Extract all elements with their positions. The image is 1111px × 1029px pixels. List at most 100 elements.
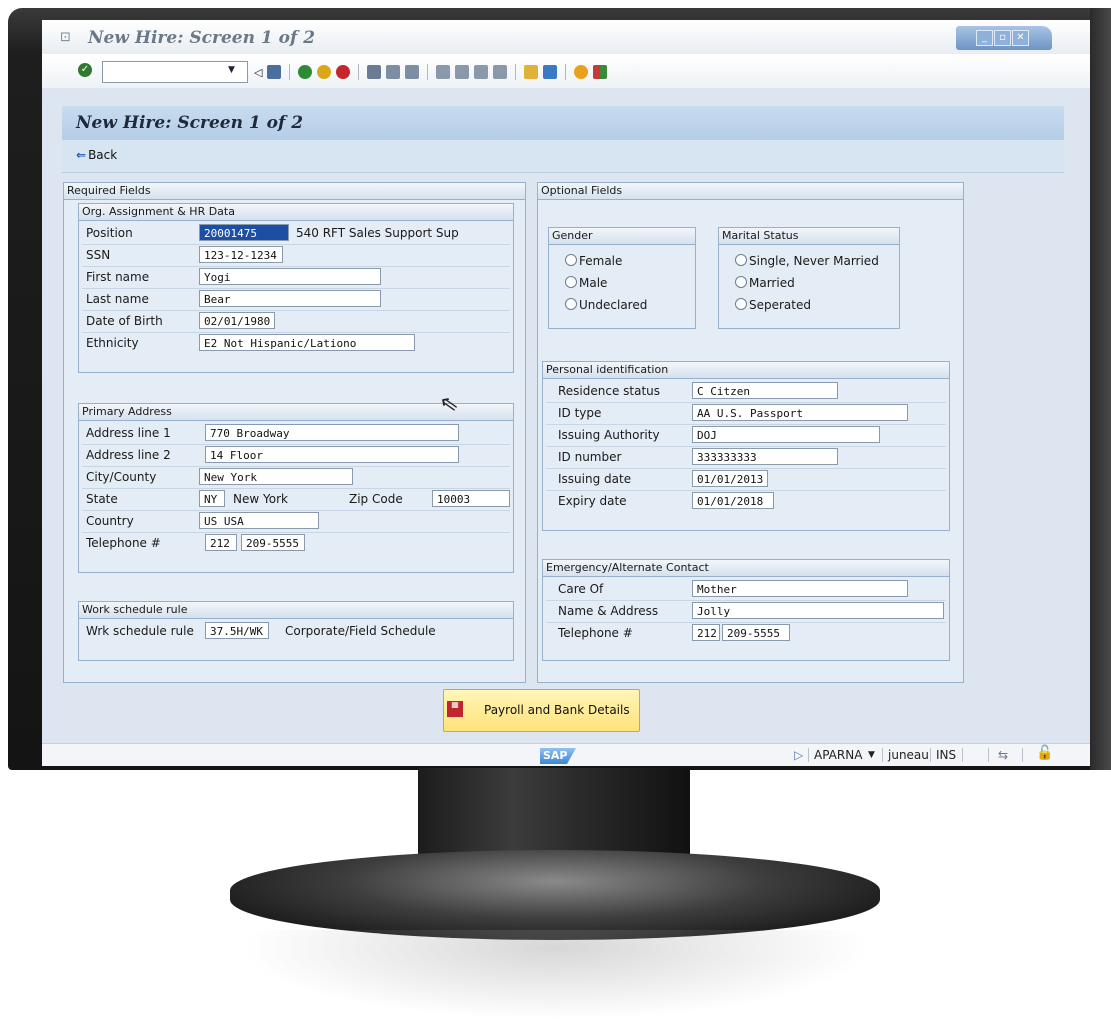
maximize-button[interactable]: ▫ bbox=[994, 30, 1011, 46]
issuing-date-row: Issuing date 01/01/2013 bbox=[546, 468, 946, 491]
phone-area-field[interactable]: 212 bbox=[205, 534, 237, 551]
address-line2-field[interactable]: 14 Floor bbox=[205, 446, 459, 463]
last-name-field[interactable]: Bear bbox=[199, 290, 381, 307]
last-page-icon[interactable] bbox=[493, 65, 508, 79]
application-toolbar: ⇐ Back bbox=[62, 140, 1064, 173]
cancel-red-icon[interactable] bbox=[336, 65, 351, 79]
care-of-field[interactable]: Mother bbox=[692, 580, 908, 597]
ssn-label: SSN bbox=[86, 248, 111, 262]
monitor-reflection bbox=[240, 930, 870, 1020]
gender-undeclared-radio[interactable]: Undeclared bbox=[565, 298, 647, 312]
exit-yellow-icon[interactable] bbox=[317, 65, 332, 79]
ok-check-icon[interactable]: ✓ bbox=[78, 63, 92, 77]
toolbar-separator bbox=[565, 64, 567, 80]
monitor-edge bbox=[1090, 8, 1111, 770]
name-address-row: Name & Address Jolly bbox=[546, 600, 946, 623]
zip-label: Zip Code bbox=[349, 492, 403, 506]
back-button[interactable]: ⇐ Back bbox=[76, 148, 117, 162]
ssn-field[interactable]: 123-12-1234 bbox=[199, 246, 283, 263]
lock-icon[interactable]: 🔓 bbox=[1036, 745, 1053, 761]
back-triangle-icon[interactable]: ◁ bbox=[254, 66, 262, 79]
optional-fields-group: Optional Fields Gender Female Male Undec… bbox=[537, 182, 964, 683]
work-schedule-field[interactable]: 37.5H/WK bbox=[205, 622, 269, 639]
issuing-date-label: Issuing date bbox=[558, 472, 632, 486]
chevron-down-icon[interactable]: ▼ bbox=[228, 65, 235, 75]
expiry-date-label: Expiry date bbox=[558, 494, 627, 508]
print-icon[interactable] bbox=[367, 65, 382, 79]
country-field[interactable]: US USA bbox=[199, 512, 319, 529]
payroll-bank-details-button[interactable]: ▦ Payroll and Bank Details bbox=[443, 689, 640, 732]
next-page-icon[interactable] bbox=[474, 65, 489, 79]
zip-field[interactable]: 10003 bbox=[432, 490, 510, 507]
dob-field[interactable]: 02/01/1980 bbox=[199, 312, 275, 329]
address-line1-label: Address line 1 bbox=[86, 426, 171, 440]
radio-circle bbox=[565, 298, 577, 310]
ethnicity-field[interactable]: E2 Not Hispanic/Lationo bbox=[199, 334, 415, 351]
screen-header: New Hire: Screen 1 of 2 bbox=[62, 106, 1064, 140]
emergency-phone-area-field[interactable]: 212 bbox=[692, 624, 720, 641]
group-title: Work schedule rule bbox=[79, 602, 513, 619]
emergency-contact-group: Emergency/Alternate Contact Care Of Moth… bbox=[542, 559, 950, 661]
ssn-row: SSN 123-12-1234 bbox=[82, 244, 510, 267]
first-name-field[interactable]: Yogi bbox=[199, 268, 381, 285]
name-address-label: Name & Address bbox=[558, 604, 659, 618]
page-title: New Hire: Screen 1 of 2 bbox=[76, 113, 304, 133]
marital-single-radio[interactable]: Single, Never Married bbox=[735, 254, 879, 268]
work-schedule-label: Wrk schedule rule bbox=[86, 624, 194, 638]
expiry-date-row: Expiry date 01/01/2018 bbox=[546, 490, 946, 512]
address-line1-field[interactable]: 770 Broadway bbox=[205, 424, 459, 441]
status-separator bbox=[808, 748, 809, 762]
city-row: City/County New York bbox=[82, 466, 510, 489]
prev-page-icon[interactable] bbox=[455, 65, 470, 79]
back-green-icon[interactable] bbox=[298, 65, 313, 79]
state-code-field[interactable]: NY bbox=[199, 490, 225, 507]
close-button[interactable]: ✕ bbox=[1012, 30, 1029, 46]
issuing-date-field[interactable]: 01/01/2013 bbox=[692, 470, 768, 487]
care-of-row: Care Of Mother bbox=[546, 578, 946, 601]
status-separator bbox=[882, 748, 883, 762]
group-title: Emergency/Alternate Contact bbox=[543, 560, 949, 577]
residence-field[interactable]: C Citzen bbox=[692, 382, 838, 399]
last-name-row: Last name Bear bbox=[82, 288, 510, 311]
status-separator bbox=[1022, 748, 1023, 762]
first-page-icon[interactable] bbox=[436, 65, 451, 79]
emergency-phone-number-field[interactable]: 209-5555 bbox=[722, 624, 790, 641]
system-dropdown-icon[interactable]: ▼ bbox=[868, 750, 875, 760]
radio-circle bbox=[735, 254, 747, 266]
command-field[interactable] bbox=[102, 61, 248, 83]
id-number-field[interactable]: 333333333 bbox=[692, 448, 838, 465]
find-next-icon[interactable] bbox=[405, 65, 420, 79]
gender-male-radio[interactable]: Male bbox=[565, 276, 607, 290]
residence-label: Residence status bbox=[558, 384, 661, 398]
customize-layout-icon[interactable] bbox=[593, 65, 608, 79]
id-number-row: ID number 333333333 bbox=[546, 446, 946, 469]
find-icon[interactable] bbox=[386, 65, 401, 79]
state-label: State bbox=[86, 492, 118, 506]
marital-married-radio[interactable]: Married bbox=[735, 276, 795, 290]
expiry-date-field[interactable]: 01/01/2018 bbox=[692, 492, 774, 509]
radio-circle bbox=[735, 276, 747, 288]
gender-female-radio[interactable]: Female bbox=[565, 254, 622, 268]
window-titlebar: ⊡ New Hire: Screen 1 of 2 _ ▫ ✕ bbox=[42, 20, 1090, 54]
authority-field[interactable]: DOJ bbox=[692, 426, 880, 443]
personal-id-group: Personal identification Residence status… bbox=[542, 361, 950, 531]
city-field[interactable]: New York bbox=[199, 468, 353, 485]
save-icon[interactable] bbox=[267, 65, 282, 79]
server-name: juneau bbox=[888, 748, 929, 762]
group-title: Optional Fields bbox=[538, 183, 963, 200]
country-row: Country US USA bbox=[82, 510, 510, 533]
shortcut-icon[interactable] bbox=[543, 65, 558, 79]
monitor-stand-base bbox=[230, 850, 880, 940]
id-type-field[interactable]: AA U.S. Passport bbox=[692, 404, 908, 421]
status-expand-icon[interactable]: ▷ bbox=[794, 748, 803, 762]
connection-icon[interactable]: ⇆ bbox=[998, 748, 1008, 762]
position-field[interactable]: 20001475 bbox=[199, 224, 289, 241]
new-session-icon[interactable] bbox=[524, 65, 539, 79]
window-title: New Hire: Screen 1 of 2 bbox=[88, 28, 316, 48]
minimize-button[interactable]: _ bbox=[976, 30, 993, 46]
window-menu-icon[interactable]: ⊡ bbox=[60, 30, 71, 45]
phone-number-field[interactable]: 209-5555 bbox=[241, 534, 305, 551]
name-address-field[interactable]: Jolly bbox=[692, 602, 944, 619]
marital-separated-radio[interactable]: Seperated bbox=[735, 298, 811, 312]
help-icon[interactable] bbox=[574, 65, 589, 79]
